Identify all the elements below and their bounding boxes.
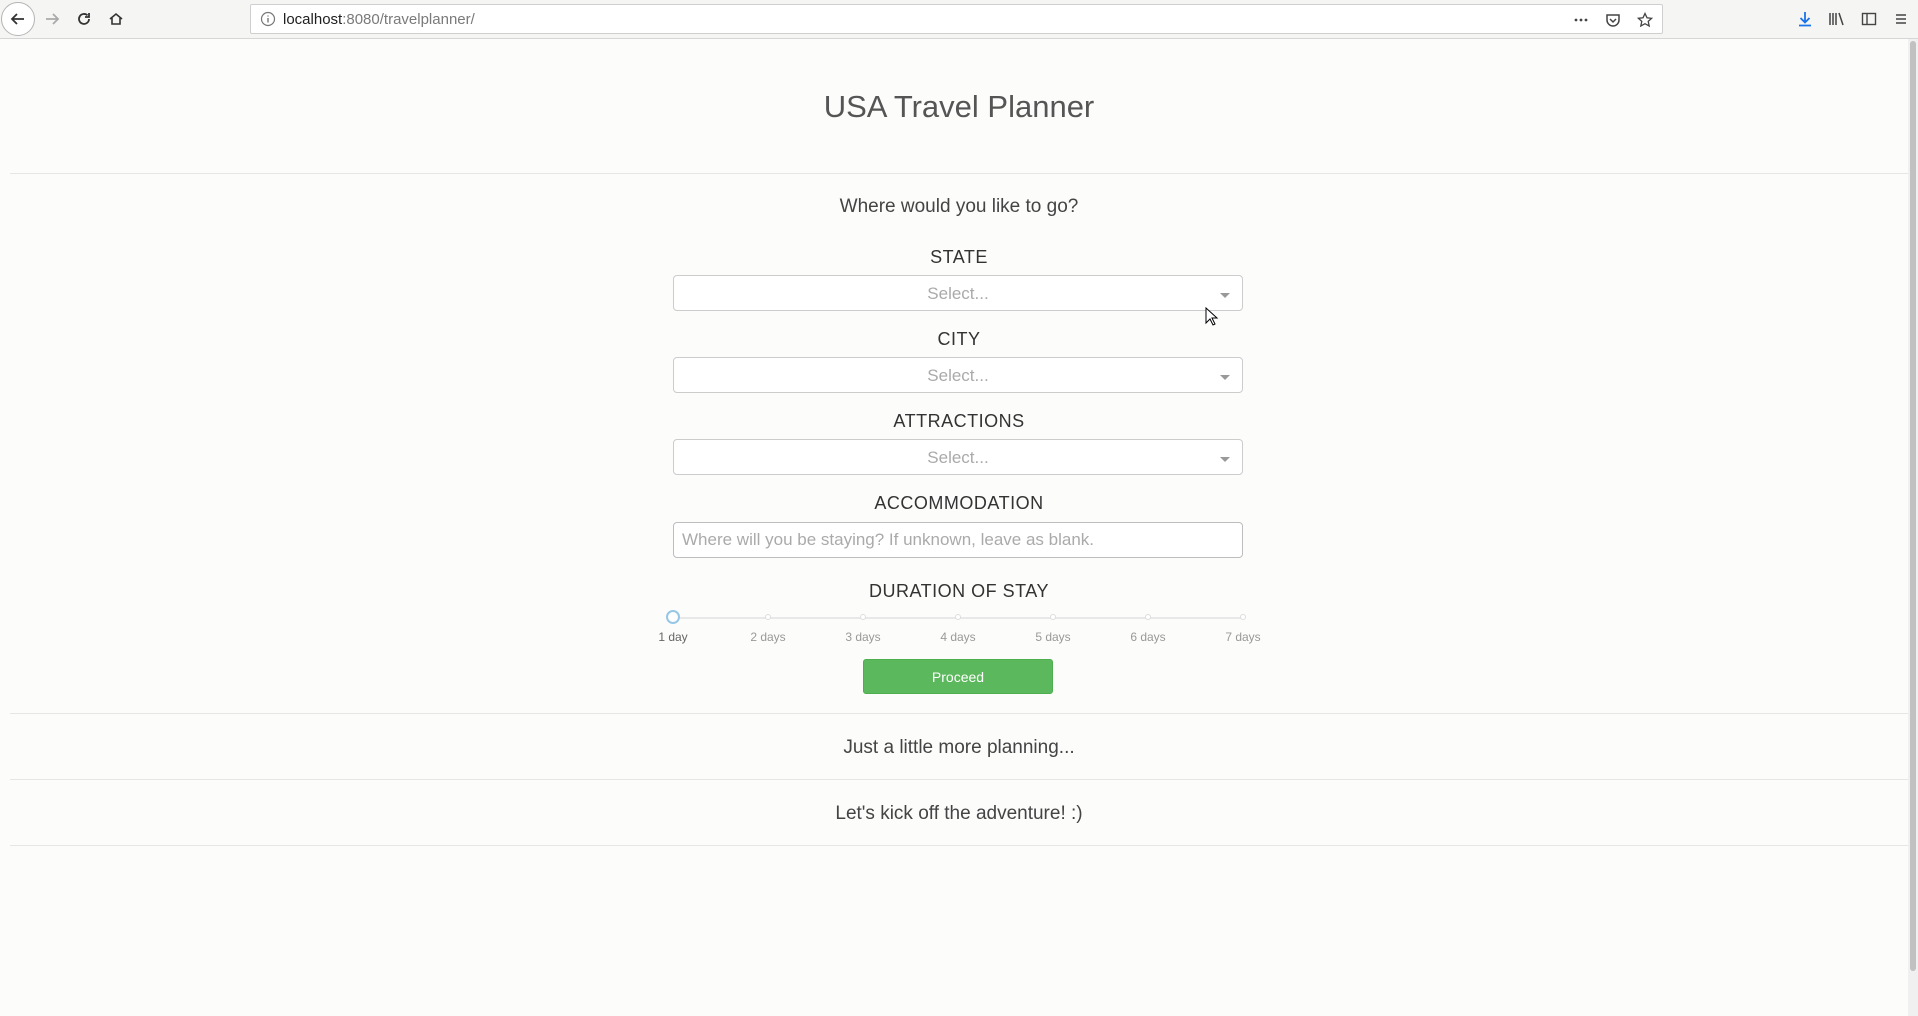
url-path: :8080/travelplanner/	[342, 11, 475, 28]
star-icon	[1637, 12, 1653, 28]
duration-label: DURATION OF STAY	[868, 581, 1049, 601]
duration-slider-stop[interactable]	[1145, 614, 1151, 620]
section-heading-destination[interactable]: Where would you like to go?	[0, 196, 1918, 218]
chevron-down-icon	[1220, 375, 1230, 380]
duration-slider-mark[interactable]: 7 days	[1203, 630, 1283, 644]
duration-slider-mark[interactable]: 1 day	[633, 630, 713, 644]
pocket-button[interactable]	[1602, 9, 1624, 31]
page-actions-button[interactable]	[1570, 9, 1592, 31]
page-title: USA Travel Planner	[823, 89, 1095, 124]
reload-button[interactable]	[70, 5, 98, 33]
library-icon	[1829, 12, 1844, 26]
city-label: CITY	[937, 329, 981, 349]
divider	[10, 779, 1908, 780]
info-icon[interactable]	[260, 11, 276, 27]
bookmark-button[interactable]	[1634, 9, 1656, 31]
home-icon	[109, 12, 123, 25]
chevron-down-icon	[1220, 457, 1230, 462]
duration-slider-mark[interactable]: 6 days	[1108, 630, 1188, 644]
city-select[interactable]: Select...	[673, 357, 1243, 393]
chevron-down-icon	[1220, 293, 1230, 298]
proceed-button[interactable]: Proceed	[863, 659, 1053, 694]
page-scrollbar[interactable]	[1908, 39, 1918, 1016]
duration-slider-stop[interactable]	[765, 614, 771, 620]
page-content: USA Travel Planner Where would you like …	[0, 39, 1918, 1016]
accommodation-label: ACCOMMODATION	[874, 493, 1044, 513]
duration-slider-stop[interactable]	[860, 614, 866, 620]
arrow-left-icon	[10, 13, 24, 25]
url-text[interactable]: localhost:8080/travelplanner/	[283, 11, 475, 28]
back-button[interactable]	[1, 2, 35, 36]
state-select[interactable]: Select...	[673, 275, 1243, 311]
download-icon	[1799, 12, 1811, 27]
browser-toolbar: localhost:8080/travelplanner/	[0, 0, 1918, 39]
duration-slider-stop[interactable]	[1050, 614, 1056, 620]
more-horizontal-icon	[1574, 18, 1588, 22]
attractions-label: ATTRACTIONS	[893, 411, 1025, 431]
library-button[interactable]	[1826, 5, 1848, 33]
sidebar-icon	[1861, 12, 1877, 26]
duration-slider-mark[interactable]: 2 days	[728, 630, 808, 644]
reload-icon	[78, 13, 90, 25]
divider	[10, 713, 1908, 714]
sidebar-button[interactable]	[1858, 5, 1880, 33]
duration-slider-mark[interactable]: 5 days	[1013, 630, 1093, 644]
pocket-icon	[1606, 14, 1620, 27]
state-label: STATE	[930, 247, 988, 267]
duration-slider-mark[interactable]: 4 days	[918, 630, 998, 644]
url-host: localhost	[283, 11, 343, 28]
hamburger-icon	[1896, 14, 1906, 24]
menu-button[interactable]	[1890, 5, 1912, 33]
divider	[10, 845, 1908, 846]
downloads-button[interactable]	[1794, 5, 1816, 33]
attractions-select-placeholder: Select...	[927, 448, 989, 467]
duration-slider-stop[interactable]	[1240, 614, 1246, 620]
accommodation-input[interactable]	[673, 522, 1243, 558]
url-bar[interactable]: localhost:8080/travelplanner/	[250, 4, 1663, 34]
duration-slider-mark[interactable]: 3 days	[823, 630, 903, 644]
mouse-cursor-icon	[1205, 307, 1219, 326]
attractions-select[interactable]: Select...	[673, 439, 1243, 475]
home-button[interactable]	[102, 5, 130, 33]
arrow-right-icon	[46, 13, 60, 25]
section-heading-kickoff[interactable]: Let's kick off the adventure! :)	[0, 803, 1918, 825]
section-heading-planning[interactable]: Just a little more planning...	[0, 737, 1918, 759]
city-select-placeholder: Select...	[927, 366, 989, 385]
duration-slider-handle[interactable]	[666, 610, 680, 624]
divider	[10, 173, 1908, 174]
forward-button[interactable]	[38, 5, 66, 33]
scrollbar-thumb[interactable]	[1910, 41, 1916, 971]
duration-slider-stop[interactable]	[955, 614, 961, 620]
state-select-placeholder: Select...	[927, 284, 989, 303]
